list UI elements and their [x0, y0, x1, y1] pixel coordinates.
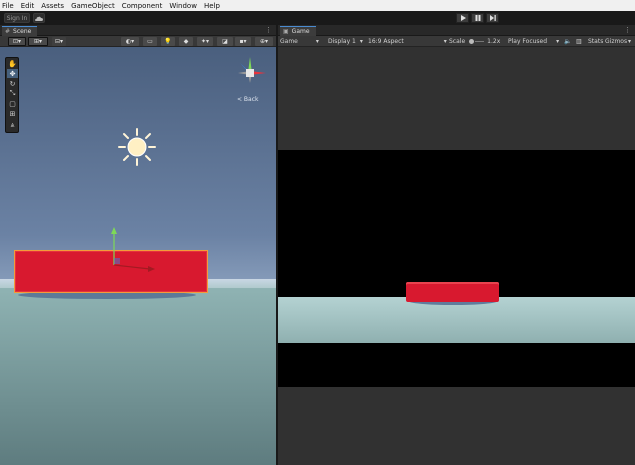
display-dropdown-label: Display 1	[328, 38, 356, 45]
play-focused-label: Play Focused	[508, 38, 548, 45]
cloud-icon[interactable]	[33, 13, 45, 23]
scene-tab-bar: # Scene ⋮	[0, 25, 276, 36]
play-button[interactable]	[456, 13, 469, 23]
game-control-bar: Game ▾ Display 1 ▾ 16:9 Aspect ▾ Scale 1.2x…	[278, 36, 635, 47]
scale-slider-handle[interactable]	[469, 39, 475, 44]
play-focused-dropdown[interactable]: Play Focused ▾	[508, 37, 559, 46]
menu-gameobject[interactable]: GameObject	[71, 2, 115, 10]
step-button[interactable]	[486, 13, 499, 23]
chevron-down-icon: ▾	[359, 38, 363, 45]
2d-toggle[interactable]: ▭	[143, 37, 157, 46]
main-toolbar: Sign In	[0, 11, 635, 25]
game-view-dropdown-label: Game	[280, 38, 298, 45]
sign-in-button[interactable]: Sign In	[4, 13, 30, 23]
menu-help[interactable]: Help	[204, 2, 220, 10]
menu-component[interactable]: Component	[122, 2, 163, 10]
rect-tool-icon[interactable]: ▢	[7, 99, 18, 108]
menu-file[interactable]: File	[2, 2, 14, 10]
menu-bar: File Edit Assets GameObject Component Wi…	[0, 0, 635, 11]
scale-tool-icon[interactable]: ⤡	[7, 89, 18, 98]
aspect-dropdown[interactable]: 16:9 Aspect ▾	[368, 37, 447, 46]
rotate-tool-icon[interactable]: ↻	[7, 79, 18, 88]
lighting-toggle[interactable]: 💡	[161, 37, 175, 46]
scene-viewport[interactable]: < Back ✋ ✥ ↻ ⤡ ▢ ⊞ ⩓	[0, 47, 276, 465]
tab-scene[interactable]: # Scene	[2, 26, 38, 36]
audio-toggle[interactable]: ◆	[179, 37, 193, 46]
tab-game[interactable]: ▣ Game	[280, 26, 316, 36]
snap-increment-dropdown[interactable]: ⊟▾	[52, 37, 66, 46]
tab-game-label: Game	[291, 28, 310, 35]
hash-icon: #	[5, 28, 11, 35]
menu-edit[interactable]: Edit	[21, 2, 35, 10]
directional-light-icon[interactable]	[117, 127, 157, 167]
pause-icon	[475, 15, 480, 21]
pivot-toggle[interactable]: ⊡▾	[8, 37, 26, 46]
tab-scene-label: Scene	[13, 28, 32, 35]
scale-value: 1.2x	[487, 38, 501, 45]
chevron-down-icon: ▾	[556, 38, 560, 45]
gizmo-projection-label[interactable]: < Back	[237, 96, 259, 103]
chevron-down-icon[interactable]: ▾	[628, 37, 631, 46]
grid-snap-toggle[interactable]: ⊞▾	[28, 37, 48, 46]
hand-tool-icon[interactable]: ✋	[7, 59, 18, 68]
game-view-dropdown[interactable]: Game ▾	[280, 37, 324, 46]
chevron-down-icon: ▾	[315, 38, 319, 45]
scale-slider-track	[475, 41, 485, 42]
menu-assets[interactable]: Assets	[41, 2, 64, 10]
transform-tool-icon[interactable]: ⊞	[7, 109, 18, 118]
tool-palette: ✋ ✥ ↻ ⤡ ▢ ⊞ ⩓	[5, 57, 19, 133]
hidden-objects-toggle[interactable]: ◪	[217, 37, 233, 46]
custom-tool-icon[interactable]: ⩓	[7, 121, 18, 130]
scene-ground-plane	[0, 288, 276, 465]
play-icon	[460, 15, 466, 21]
display-dropdown[interactable]: Display 1 ▾	[328, 37, 363, 46]
shading-mode-dropdown[interactable]: ◐▾	[121, 37, 139, 46]
stats-button[interactable]: Stats	[588, 37, 603, 46]
vsync-icon: ▥	[576, 38, 582, 45]
gamepad-icon: ▣	[283, 28, 289, 35]
pause-button[interactable]	[471, 13, 484, 23]
kebab-menu-icon[interactable]: ⋮	[624, 26, 631, 34]
kebab-menu-icon[interactable]: ⋮	[265, 26, 272, 34]
gizmos-dropdown[interactable]: ⊕▾	[255, 37, 273, 46]
vsync-toggle[interactable]: ▥	[576, 37, 582, 46]
game-viewport[interactable]	[278, 47, 635, 465]
scale-label: Scale	[449, 38, 466, 45]
mute-audio-toggle[interactable]: 🔈	[564, 37, 571, 46]
aspect-dropdown-label: 16:9 Aspect	[368, 38, 404, 45]
game-cube-object	[406, 282, 499, 302]
effects-dropdown[interactable]: ✦▾	[197, 37, 213, 46]
camera-dropdown[interactable]: ▪▾	[235, 37, 251, 46]
move-tool-icon[interactable]: ✥	[7, 69, 18, 78]
step-icon	[489, 15, 496, 21]
speaker-icon: 🔈	[564, 38, 572, 45]
menu-window[interactable]: Window	[169, 2, 197, 10]
scene-control-bar: ⊡▾ ⊞▾ ⊟▾ ◐▾ ▭ 💡 ◆ ✦▾ ◪ ▪▾ ⊕▾	[0, 36, 276, 47]
scale-slider[interactable]: Scale 1.2x	[449, 37, 500, 46]
gizmos-button[interactable]: Gizmos	[605, 37, 627, 46]
move-tool-gizmo[interactable]	[104, 225, 164, 275]
scene-orientation-gizmo[interactable]	[230, 53, 270, 93]
chevron-down-icon: ▾	[443, 38, 447, 45]
game-tab-bar: ▣ Game ⋮	[278, 25, 635, 36]
game-render-area	[278, 150, 635, 387]
